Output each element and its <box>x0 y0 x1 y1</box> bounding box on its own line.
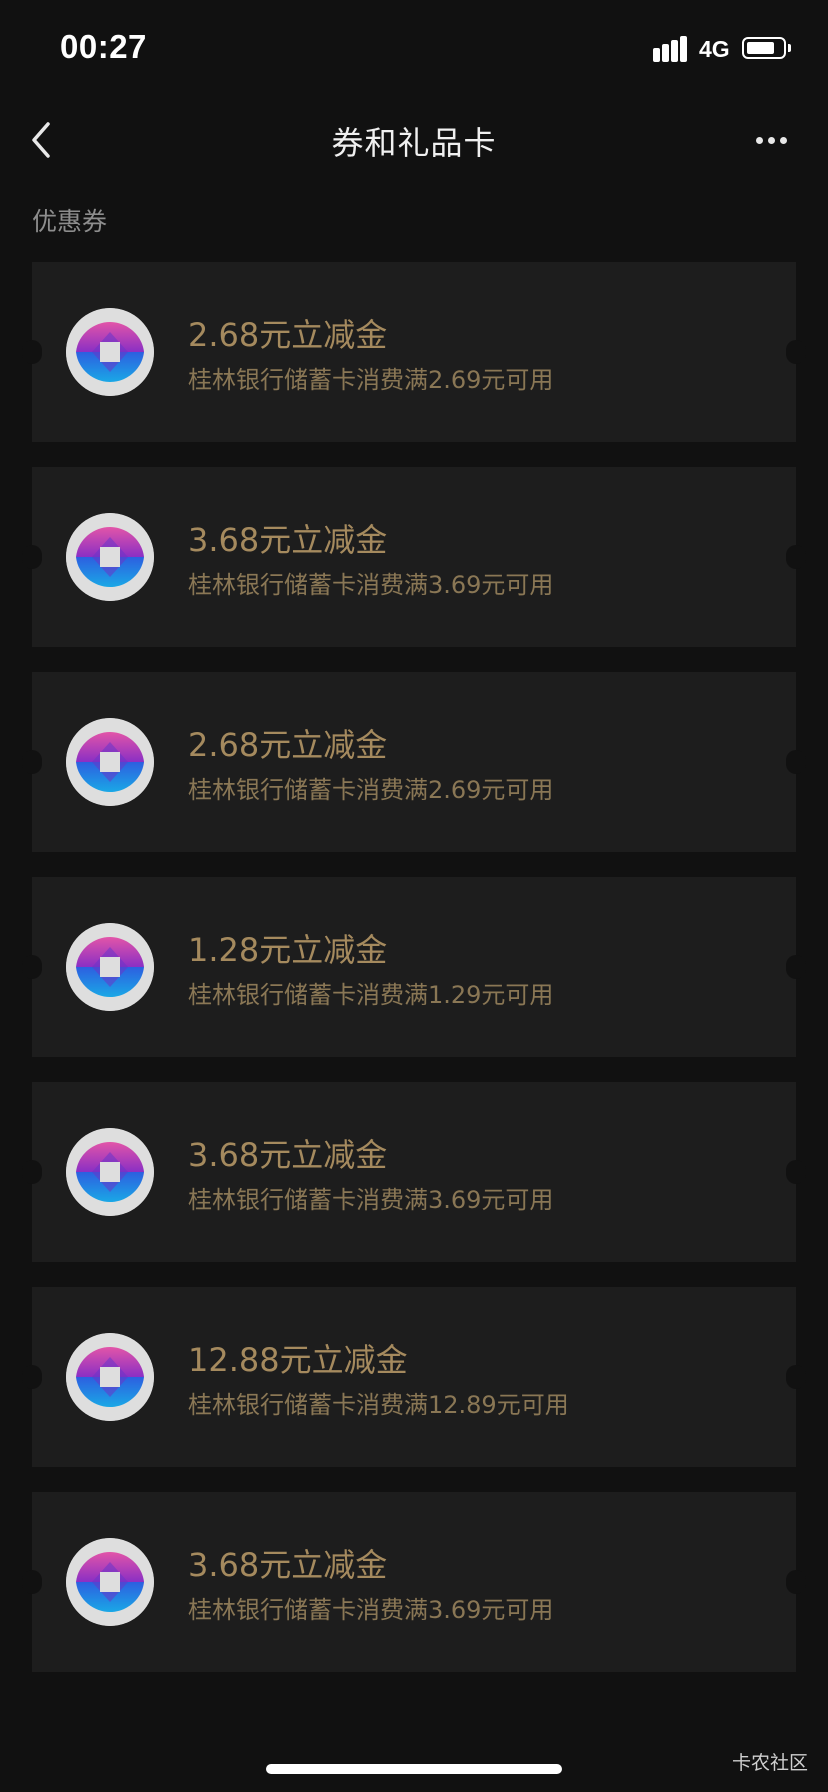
coupon-card[interactable]: 3.68元立减金桂林银行储蓄卡消费满3.69元可用 <box>22 467 806 647</box>
bank-logo-icon <box>66 923 154 1011</box>
coupon-description: 桂林银行储蓄卡消费满3.69元可用 <box>188 1596 554 1624</box>
battery-icon <box>742 37 791 59</box>
card-notch <box>786 955 806 979</box>
card-notch <box>22 340 42 364</box>
card-notch <box>22 545 42 569</box>
coupon-title: 2.68元立减金 <box>188 316 388 354</box>
bank-logo-icon <box>66 1538 154 1626</box>
card-notch <box>786 1365 806 1389</box>
section-label-coupons: 优惠券 <box>32 207 108 236</box>
coupon-title: 12.88元立减金 <box>188 1341 408 1379</box>
watermark: 卡农社区 <box>731 1752 808 1774</box>
bank-logo-icon <box>66 718 154 806</box>
coupon-description: 桂林银行储蓄卡消费满12.89元可用 <box>188 1391 569 1419</box>
status-bar: 00:27 4G <box>0 0 828 100</box>
card-notch <box>22 1570 42 1594</box>
coupon-list: 2.68元立减金 桂林银行储蓄卡消费满2.69元可用 3.68元立减金 桂林银行储蓄卡… <box>22 262 806 1697</box>
card-notch <box>786 340 806 364</box>
coupon-title: 3.68元立减金 <box>188 1546 388 1584</box>
card-notch <box>22 750 42 774</box>
bank-logo-icon <box>66 1128 154 1216</box>
coupon-description: 桂林银行储蓄卡消费满3.69元可用 <box>188 1186 554 1214</box>
coupon-card[interactable]: 2.68元立减金桂林银行储蓄卡消费满2.69元可用 <box>22 262 806 442</box>
bank-logo-icon <box>66 1333 154 1421</box>
coupon-card[interactable]: 1.28元立减金桂林银行储蓄卡消费满1.29元可用 <box>22 877 806 1057</box>
coupon-card[interactable]: 3.68元立减金桂林银行储蓄卡消费满3.69元可用 <box>22 1082 806 1262</box>
coupon-description: 桂林银行储蓄卡消费满2.69元可用 <box>188 366 554 394</box>
status-time: 00:27 <box>60 28 147 65</box>
card-notch <box>786 545 806 569</box>
bank-logo-icon <box>66 308 154 396</box>
coupon-card[interactable]: 3.68元立减金桂林银行储蓄卡消费满3.69元可用 <box>22 1492 806 1672</box>
coupon-description: 桂林银行储蓄卡消费满1.29元可用 <box>188 981 554 1009</box>
bank-logo-icon <box>66 513 154 601</box>
card-notch <box>22 1365 42 1389</box>
coupon-card[interactable]: 12.88元立减金桂林银行储蓄卡消费满12.89元可用 <box>22 1287 806 1467</box>
coupon-title: 3.68元立减金 <box>188 521 388 559</box>
coupon-title: 1.28元立减金 <box>188 931 388 969</box>
coupon-description: 桂林银行储蓄卡消费满3.69元可用 <box>188 571 554 599</box>
coupon-title: 3.68元立减金 <box>188 1136 388 1174</box>
nav-bar: 券和礼品卡 <box>0 100 828 180</box>
coupon-card[interactable]: 2.68元立减金桂林银行储蓄卡消费满2.69元可用 <box>22 672 806 852</box>
coupon-description: 桂林银行储蓄卡消费满2.69元可用 <box>188 776 554 804</box>
page-title: 券和礼品卡 <box>331 124 497 162</box>
card-notch <box>786 750 806 774</box>
more-options-button[interactable] <box>748 124 794 156</box>
card-notch <box>786 1160 806 1184</box>
coupon-title: 2.68元立减金 <box>188 726 388 764</box>
card-notch <box>22 1160 42 1184</box>
home-indicator[interactable] <box>266 1764 562 1774</box>
network-type: 4G <box>699 36 730 62</box>
card-notch <box>786 1570 806 1594</box>
card-notch <box>22 955 42 979</box>
signal-strength-icon <box>653 36 689 62</box>
